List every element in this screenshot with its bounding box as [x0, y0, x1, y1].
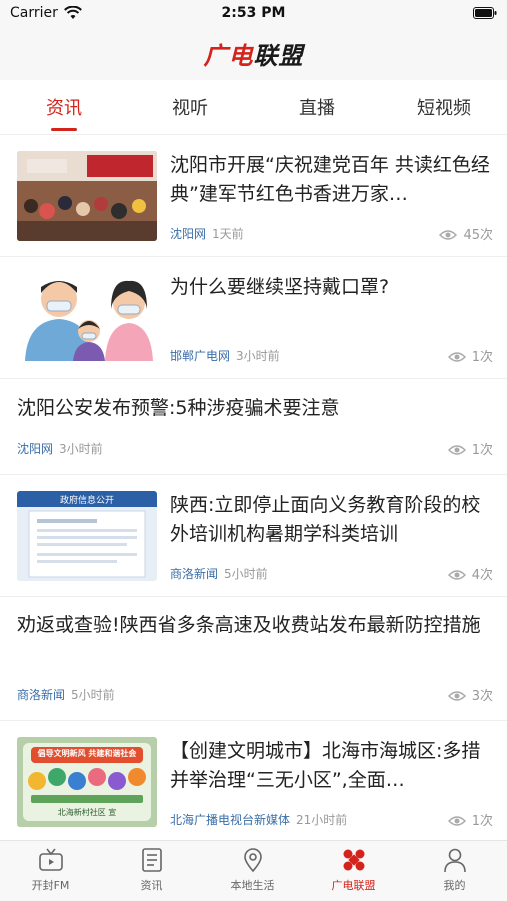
alliance-icon [343, 849, 364, 871]
nav-item-kaifeng-fm[interactable]: 开封FM [0, 847, 101, 893]
news-source: 沈阳网 [17, 442, 54, 456]
nav-item-profile[interactable]: 我的 [404, 847, 505, 893]
nav-label: 广电联盟 [331, 879, 376, 892]
view-count: 3次 [471, 689, 493, 704]
nav-label: 我的 [443, 879, 466, 892]
bottom-nav: 开封FM 资讯 本地生活 广电联盟 我的 [0, 840, 507, 901]
news-list-icon [141, 848, 162, 872]
news-item[interactable]: 政府信息公开 陕西:立即停止面向义务教育阶段的校外培训机构暑期学科类培训 商洛新… [0, 475, 507, 597]
news-source: 商洛新闻 [170, 567, 219, 581]
logo-text-part1: 广电 [203, 41, 254, 70]
news-thumbnail [17, 151, 157, 241]
news-time: 5小时前 [71, 688, 115, 702]
logo-text-part2: 联盟 [253, 41, 304, 70]
app-logo: 广电联盟 [0, 36, 507, 71]
view-count: 1次 [471, 814, 493, 829]
news-source: 沈阳网 [170, 227, 207, 241]
tab-live[interactable]: 直播 [267, 94, 367, 120]
tab-short-video[interactable]: 短视频 [394, 94, 494, 120]
news-time: 3小时前 [236, 349, 280, 363]
news-views: 1次 [447, 810, 493, 829]
news-title: 为什么要继续坚持戴口罩? [170, 276, 390, 298]
news-meta: 沈阳网 3小时前 [17, 440, 103, 457]
event-photo [17, 151, 157, 241]
eye-icon [447, 445, 466, 455]
thumbnail-heading: 倡导文明新风 共建和谐社会 [37, 749, 137, 758]
view-count: 1次 [471, 443, 493, 458]
news-item[interactable]: 为什么要继续坚持戴口罩? 邯郸广电网 3小时前 1次 [0, 257, 507, 379]
news-thumbnail [17, 271, 157, 361]
category-tabs: 资讯 视听 直播 短视频 [0, 80, 507, 135]
eye-icon [447, 816, 466, 826]
view-count: 4次 [471, 568, 493, 583]
tab-audio-video[interactable]: 视听 [140, 94, 240, 120]
news-item[interactable]: 劝返或查验!陕西省多条高速及收费站发布最新防控措施 商洛新闻 5小时前 3次 [0, 597, 507, 721]
location-pin-icon [243, 848, 262, 873]
news-views: 4次 [447, 564, 493, 583]
news-views: 3次 [447, 685, 493, 704]
tab-news[interactable]: 资讯 [14, 94, 114, 120]
news-thumbnail: 倡导文明新风 共建和谐社会 北海新村社区 宣 [17, 737, 157, 827]
tv-icon [38, 848, 63, 871]
nav-item-news[interactable]: 资讯 [101, 847, 202, 893]
news-title: 劝返或查验!陕西省多条高速及收费站发布最新防控措施 [17, 614, 481, 636]
news-item[interactable]: 沈阳市开展“庆祝建党百年 共读红色经典”建军节红色书香进万家… 沈阳网 1天前 4… [0, 135, 507, 257]
news-thumbnail: 政府信息公开 [17, 491, 157, 581]
news-item[interactable]: 倡导文明新风 共建和谐社会 北海新村社区 宣 【创建文明城市】北海市海城区:多措… [0, 721, 507, 840]
news-source: 北海广播电视台新媒体 [170, 813, 291, 827]
app-header: 广电联盟 [0, 28, 507, 80]
nav-label: 本地生活 [230, 879, 275, 892]
news-title: 【创建文明城市】北海市海城区:多措并举治理“三无小区”,全面… [170, 740, 481, 791]
status-time: 2:53 PM [221, 5, 286, 21]
news-meta: 沈阳网 1天前 [170, 225, 244, 242]
news-time: 5小时前 [224, 567, 268, 581]
nav-label: 资讯 [140, 879, 163, 892]
person-icon [443, 848, 466, 873]
eye-icon [447, 352, 466, 362]
news-meta: 商洛新闻 5小时前 [17, 686, 115, 703]
news-meta: 商洛新闻 5小时前 [170, 565, 268, 582]
active-tab-indicator [51, 128, 77, 131]
news-title: 沈阳市开展“庆祝建党百年 共读红色经典”建军节红色书香进万家… [170, 154, 490, 205]
nav-label: 开封FM [31, 879, 70, 892]
news-time: 1天前 [212, 227, 244, 241]
status-bar: Carrier 2:53 PM [0, 0, 507, 28]
news-time: 21小时前 [296, 813, 348, 827]
thumbnail-heading: 政府信息公开 [59, 496, 114, 506]
news-meta: 邯郸广电网 3小时前 [170, 347, 280, 364]
news-source: 商洛新闻 [17, 688, 66, 702]
mask-family-illustration [25, 280, 153, 361]
news-title: 陕西:立即停止面向义务教育阶段的校外培训机构暑期学科类培训 [170, 494, 481, 545]
view-count: 45次 [463, 228, 493, 243]
view-count: 1次 [471, 350, 493, 365]
news-title: 沈阳公安发布预警:5种涉疫骗术要注意 [17, 397, 340, 419]
thumbnail-caption: 北海新村社区 宣 [57, 808, 117, 817]
news-views: 1次 [447, 439, 493, 458]
news-source: 邯郸广电网 [170, 349, 231, 363]
eye-icon [447, 691, 466, 701]
news-item[interactable]: 沈阳公安发布预警:5种涉疫骗术要注意 沈阳网 3小时前 1次 [0, 379, 507, 475]
news-meta: 北海广播电视台新媒体 21小时前 [170, 811, 347, 828]
nav-item-alliance[interactable]: 广电联盟 [303, 847, 404, 893]
news-time: 3小时前 [59, 442, 103, 456]
battery-icon [473, 7, 497, 19]
eye-icon [447, 570, 466, 580]
eye-icon [439, 230, 458, 240]
news-views: 45次 [439, 224, 493, 243]
nav-item-local-life[interactable]: 本地生活 [202, 847, 303, 893]
news-views: 1次 [447, 346, 493, 365]
